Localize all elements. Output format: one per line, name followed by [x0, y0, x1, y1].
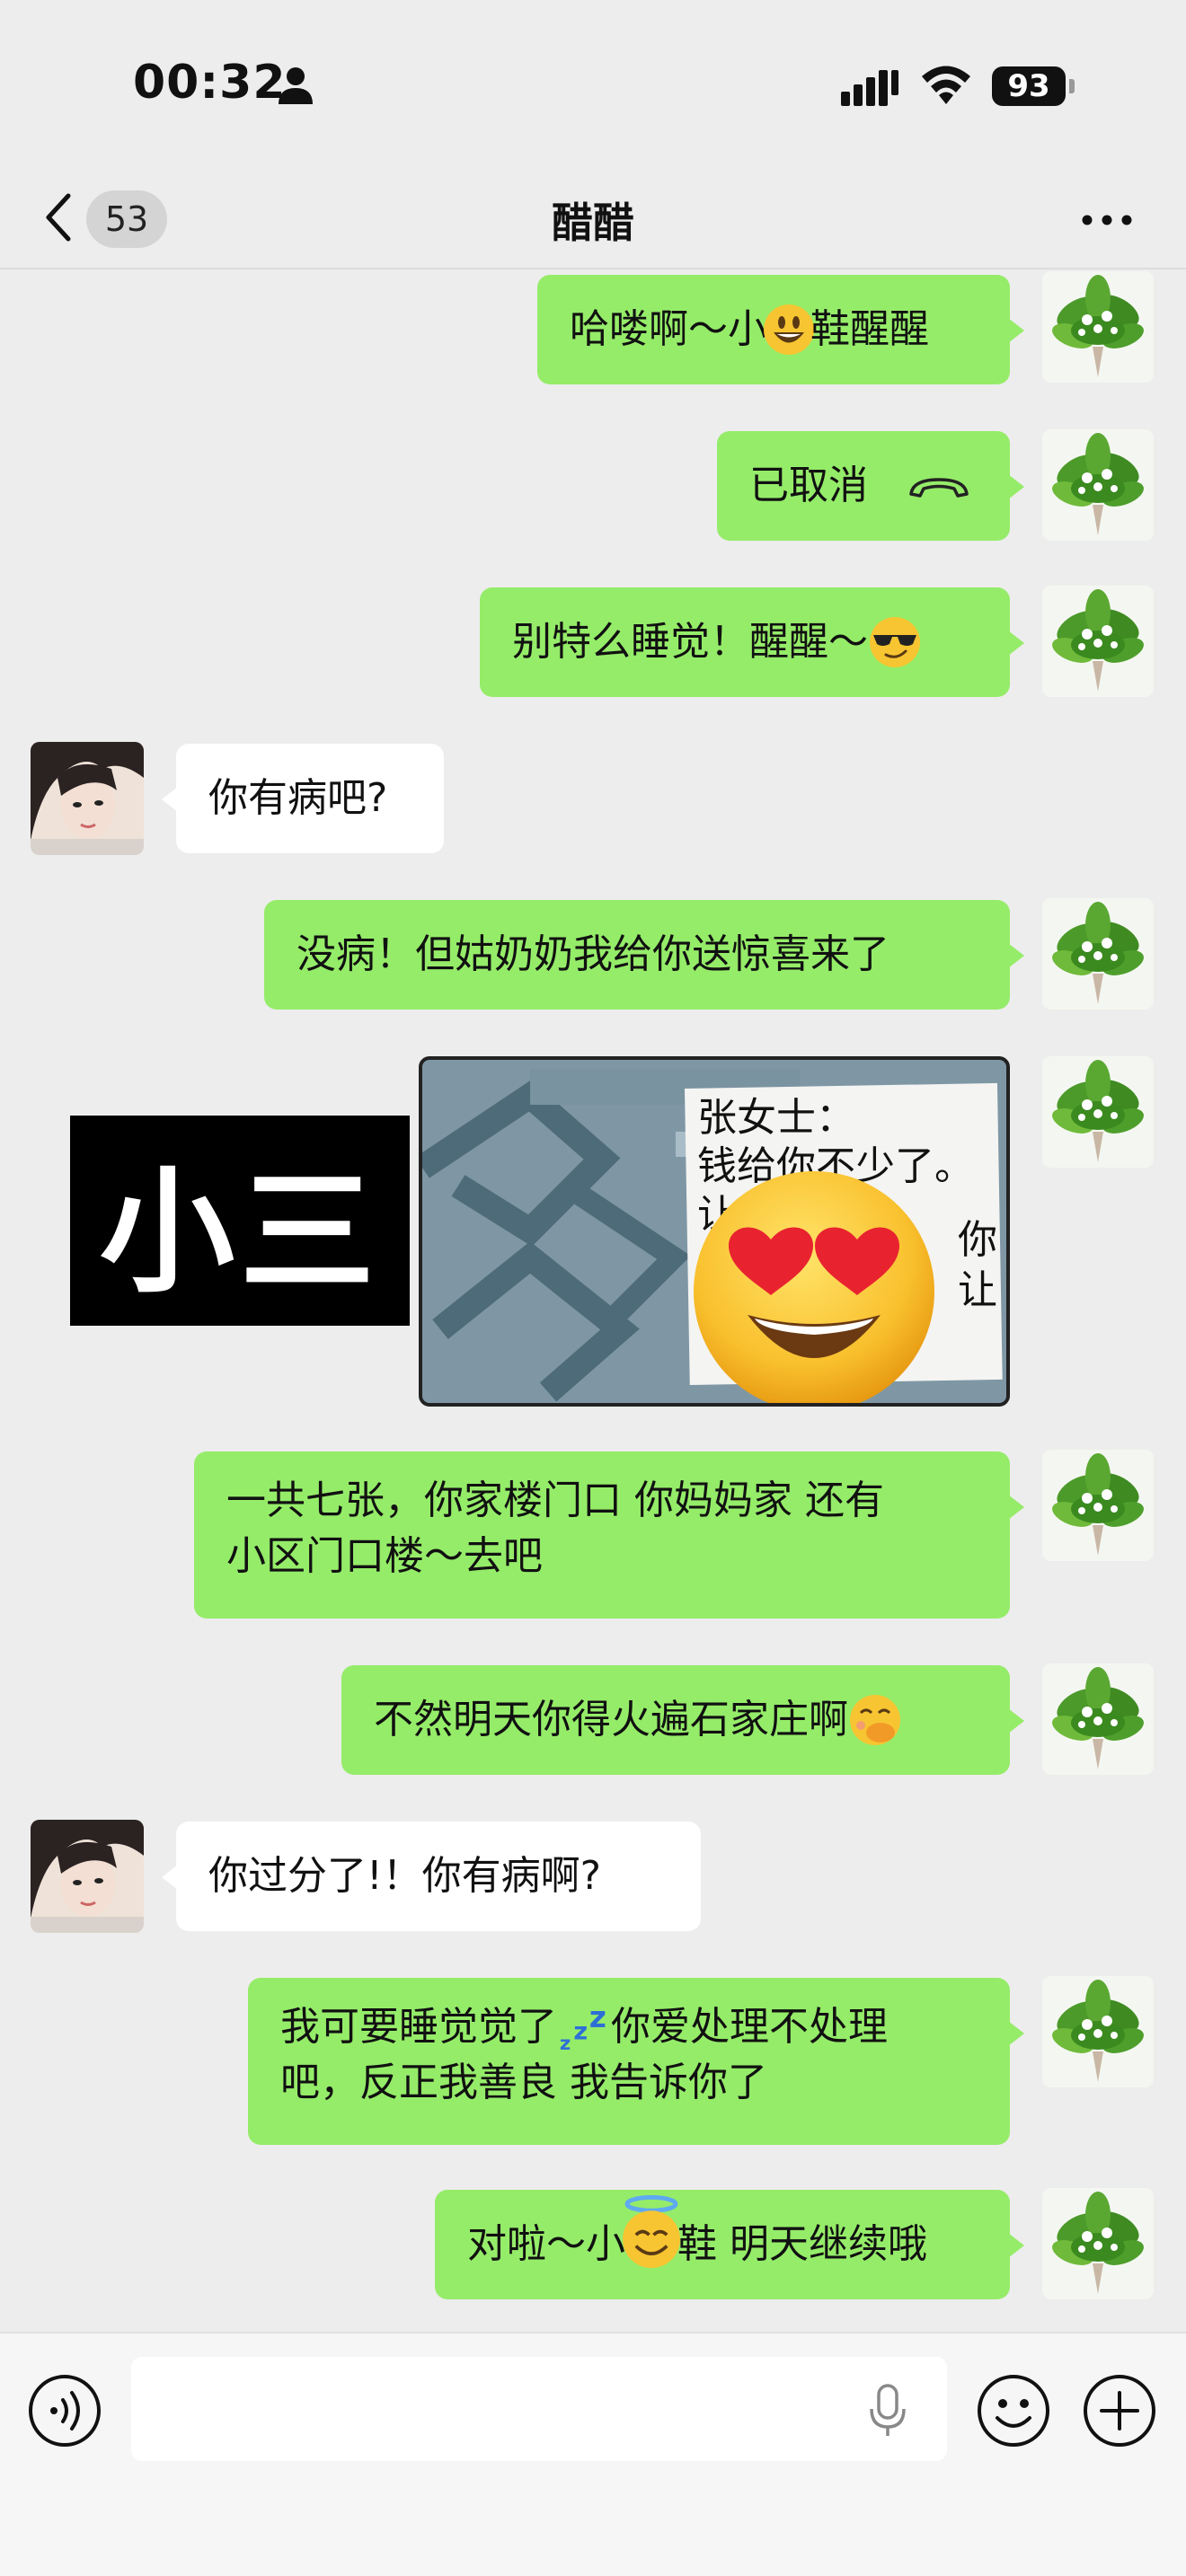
my-avatar[interactable]: [1042, 1450, 1154, 1561]
message-bubble[interactable]: 一共七张，你家楼门口 你妈妈家 还有 小区门口楼～去吧: [194, 1451, 1024, 1619]
microphone-icon[interactable]: [866, 2382, 909, 2439]
phone-hangup-icon: [909, 478, 969, 498]
note-line: 张女士：: [697, 1095, 855, 1141]
chat-title: 醋醋: [552, 198, 634, 247]
message-text: 不然明天你得火遍石家庄啊: [374, 1697, 848, 1742]
smiling-face-with-halo-emoji-icon: [623, 2195, 680, 2269]
status-time: 00:32: [133, 56, 287, 110]
contact-avatar[interactable]: [31, 1820, 144, 1933]
message-text: 哈喽啊～小: [570, 306, 767, 352]
message-text-line: 一共七张，你家楼门口 你妈妈家 还有: [226, 1478, 884, 1523]
heart-eyes-emoji-icon: [694, 1171, 934, 1403]
my-avatar[interactable]: [1042, 1976, 1154, 2087]
message-text: 没病！但姑奶奶我给你送惊喜来了: [296, 931, 890, 977]
svg-text:z: z: [573, 2018, 588, 2046]
emoji-icon[interactable]: [976, 2373, 1051, 2448]
svg-text:z: z: [560, 2033, 571, 2055]
message-text: 别特么睡觉！醒醒～: [512, 619, 868, 665]
message-text: 你过分了!！你有病啊?: [208, 1853, 601, 1899]
voice-mode-icon[interactable]: [27, 2373, 102, 2448]
input-bar: [0, 2332, 1186, 2576]
message-text-line: 小区门口楼～去吧: [226, 1533, 543, 1579]
chat-header: 53 醋醋: [0, 171, 1186, 269]
sunglasses-emoji-icon: [870, 617, 920, 667]
message-text-line: 我可要睡觉觉了 z z z 你爱处理不处理: [280, 1999, 978, 2055]
message-text: 你爱处理不处理: [611, 2004, 888, 2050]
my-avatar[interactable]: [1042, 1663, 1154, 1775]
my-avatar[interactable]: [1042, 898, 1154, 1010]
face-with-hand-over-mouth-emoji-icon: [850, 1695, 900, 1745]
message-text: 已取消: [749, 463, 868, 508]
message-bubble[interactable]: 不然明天你得火遍石家庄啊: [341, 1665, 1024, 1775]
message-bubble[interactable]: 哈喽啊～小 鞋醒醒: [537, 275, 1024, 384]
message-text-continued: 鞋醒醒: [810, 306, 929, 352]
call-cancelled-bubble[interactable]: 已取消: [717, 431, 1024, 541]
grinning-emoji-icon: [764, 304, 814, 355]
my-avatar[interactable]: [1042, 1056, 1154, 1168]
more-options-icon[interactable]: [1080, 207, 1134, 234]
message-text-continued: 鞋 明天继续哦: [677, 2221, 927, 2267]
redaction-label: 小三: [70, 1116, 410, 1326]
message-bubble[interactable]: 没病！但姑奶奶我给你送惊喜来了: [264, 900, 1024, 1010]
note-line: 让: [958, 1267, 997, 1313]
message-input[interactable]: [131, 2357, 947, 2461]
person-icon: [279, 67, 313, 104]
signal-icon: [841, 70, 898, 106]
message-bubble[interactable]: 你过分了!！你有病啊?: [162, 1822, 701, 1931]
my-avatar[interactable]: [1042, 2188, 1154, 2299]
my-avatar[interactable]: [1042, 586, 1154, 697]
message-text: 对啦～小: [467, 2221, 625, 2267]
svg-text:z: z: [589, 2003, 606, 2034]
plus-icon[interactable]: [1082, 2373, 1157, 2448]
message-bubble[interactable]: 你有病吧?: [162, 744, 444, 853]
message-text: 我可要睡觉觉了: [280, 2004, 557, 2050]
message-bubble[interactable]: 我可要睡觉觉了 z z z 你爱处理不处理 吧，反正我善良 我告诉你了: [248, 1978, 1024, 2145]
message-text: 你有病吧?: [208, 775, 388, 821]
my-avatar[interactable]: [1042, 429, 1154, 541]
wifi-icon: [922, 66, 970, 104]
zzz-emoji-icon: z z z: [560, 1999, 606, 2055]
note-line: 你: [958, 1217, 997, 1263]
my-avatar[interactable]: [1042, 271, 1154, 383]
contact-avatar[interactable]: [31, 742, 144, 855]
message-text-line: 吧，反正我善良 我告诉你了: [280, 2060, 767, 2105]
battery-cap: [1069, 79, 1075, 93]
battery-indicator: 93: [992, 66, 1066, 106]
image-message[interactable]: 张女士： 钱给你不少了。 让 你 让: [419, 1056, 1010, 1407]
status-bar: 00:32 93: [0, 0, 1186, 171]
message-bubble[interactable]: 对啦～小 鞋 明天继续哦: [435, 2190, 1024, 2299]
message-bubble[interactable]: 别特么睡觉！醒醒～: [480, 587, 1024, 697]
